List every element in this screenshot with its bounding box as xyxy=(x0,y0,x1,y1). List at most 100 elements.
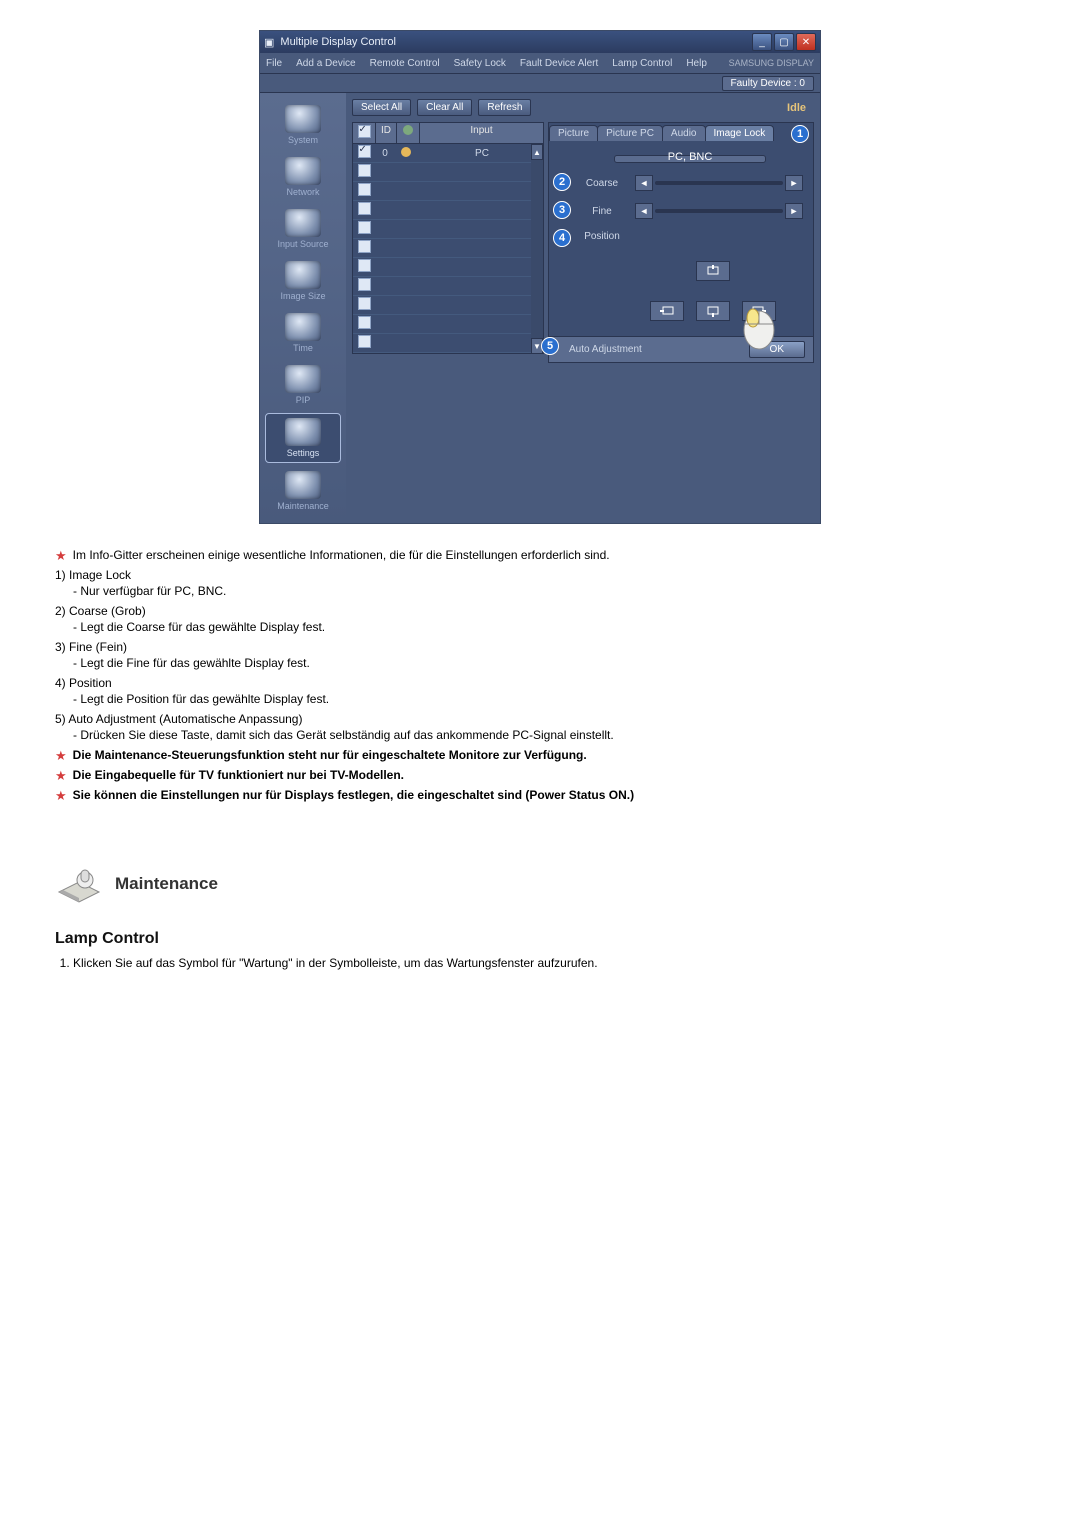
header-input: Input xyxy=(420,123,543,143)
coarse-label: Coarse xyxy=(577,178,627,189)
tab-picture[interactable]: Picture xyxy=(549,125,598,141)
step-1: Klicken Sie auf das Symbol für "Wartung"… xyxy=(73,956,1025,970)
toolbar: Select All Clear All Refresh Idle xyxy=(352,99,814,116)
row-id: 0 xyxy=(375,148,395,159)
tab-image-lock[interactable]: Image Lock xyxy=(705,125,775,141)
sidebar-item-network[interactable]: Network xyxy=(266,153,340,201)
table-row[interactable] xyxy=(353,201,543,220)
row-checkbox[interactable] xyxy=(358,259,371,272)
table-row[interactable]: 0 PC xyxy=(353,144,543,163)
sidebar-item-image-size[interactable]: Image Size xyxy=(266,257,340,305)
sidebar-item-settings[interactable]: Settings xyxy=(265,413,341,463)
input-source-icon xyxy=(285,209,321,237)
select-all-button[interactable]: Select All xyxy=(352,99,411,116)
settings-icon xyxy=(285,418,321,446)
row-checkbox[interactable] xyxy=(358,278,371,291)
table-row[interactable] xyxy=(353,315,543,334)
arrow-right-icon[interactable]: ► xyxy=(785,175,803,191)
note-sub: - Legt die Coarse für das gewählte Displ… xyxy=(73,620,1025,634)
warning-line: ★Die Eingabequelle für TV funktioniert n… xyxy=(55,768,1025,784)
header-status-icon xyxy=(403,125,413,135)
note-item: 1) Image Lock xyxy=(55,568,1025,582)
arrow-left-icon[interactable]: ◄ xyxy=(635,175,653,191)
row-checkbox[interactable] xyxy=(358,164,371,177)
sidebar-label: Settings xyxy=(287,448,320,458)
scrollbar[interactable]: ▲ ▼ xyxy=(531,144,543,354)
row-checkbox[interactable] xyxy=(358,297,371,310)
callout-4: 4 xyxy=(553,229,571,247)
table-row[interactable] xyxy=(353,258,543,277)
callout-3: 3 xyxy=(553,201,571,219)
table-row[interactable] xyxy=(353,277,543,296)
row-checkbox[interactable] xyxy=(358,316,371,329)
header-id: ID xyxy=(376,123,397,143)
menu-file[interactable]: File xyxy=(266,58,282,69)
star-icon: ★ xyxy=(55,748,67,764)
maintenance-heading: Maintenance xyxy=(115,874,218,894)
lamp-control-heading: Lamp Control xyxy=(55,930,1025,948)
sidebar-label: Time xyxy=(293,343,313,353)
source-text: PC, BNC xyxy=(577,151,803,163)
position-down-button[interactable] xyxy=(696,301,730,321)
warning-line: ★Sie können die Einstellungen nur für Di… xyxy=(55,788,1025,804)
scroll-up-icon[interactable]: ▲ xyxy=(531,144,543,160)
sidebar-item-input-source[interactable]: Input Source xyxy=(266,205,340,253)
sidebar-item-maintenance[interactable]: Maintenance xyxy=(266,467,340,515)
row-checkbox[interactable] xyxy=(358,202,371,215)
sidebar-label: PIP xyxy=(296,395,311,405)
sidebar-item-system[interactable]: System xyxy=(266,101,340,149)
brand-label: SAMSUNG DISPLAY xyxy=(729,58,814,68)
network-icon xyxy=(285,157,321,185)
table-row[interactable] xyxy=(353,334,543,353)
row-input: PC xyxy=(417,148,543,159)
note-sub: - Drücken Sie diese Taste, damit sich da… xyxy=(73,728,1025,742)
menu-remote-control[interactable]: Remote Control xyxy=(370,58,440,69)
menu-lamp-control[interactable]: Lamp Control xyxy=(612,58,672,69)
note-sub: - Legt die Position für das gewählte Dis… xyxy=(73,692,1025,706)
sidebar-label: System xyxy=(288,135,318,145)
maximize-button[interactable]: ▢ xyxy=(774,33,794,51)
row-checkbox[interactable] xyxy=(358,145,371,158)
table-row[interactable] xyxy=(353,239,543,258)
menu-help[interactable]: Help xyxy=(686,58,707,69)
table-row[interactable] xyxy=(353,182,543,201)
clear-all-button[interactable]: Clear All xyxy=(417,99,472,116)
position-label: Position xyxy=(577,231,627,242)
row-checkbox[interactable] xyxy=(358,240,371,253)
table-row[interactable] xyxy=(353,163,543,182)
sidebar-item-time[interactable]: Time xyxy=(266,309,340,357)
titlebar: ▣ Multiple Display Control _ ▢ ✕ xyxy=(260,31,820,53)
sidebar-item-pip[interactable]: PIP xyxy=(266,361,340,409)
arrow-right-icon[interactable]: ► xyxy=(785,203,803,219)
table-row[interactable] xyxy=(353,220,543,239)
time-icon xyxy=(285,313,321,341)
arrow-left-icon[interactable]: ◄ xyxy=(635,203,653,219)
sidebar-label: Image Size xyxy=(280,291,325,301)
row-checkbox[interactable] xyxy=(358,183,371,196)
close-button[interactable]: ✕ xyxy=(796,33,816,51)
tab-picture-pc[interactable]: Picture PC xyxy=(597,125,663,141)
warning-text: Die Maintenance-Steuerungsfunktion steht… xyxy=(73,748,587,762)
menu-add-device[interactable]: Add a Device xyxy=(296,58,355,69)
menu-safety-lock[interactable]: Safety Lock xyxy=(454,58,506,69)
app-icon: ▣ xyxy=(264,36,274,49)
callout-1: 1 xyxy=(791,125,809,143)
note-sub: - Nur verfügbar für PC, BNC. xyxy=(73,584,1025,598)
refresh-button[interactable]: Refresh xyxy=(478,99,531,116)
coarse-slider[interactable]: ◄ ► xyxy=(635,175,803,191)
callout-2: 2 xyxy=(553,173,571,191)
tab-audio[interactable]: Audio xyxy=(662,125,706,141)
menubar: File Add a Device Remote Control Safety … xyxy=(260,53,820,74)
menu-fault-alert[interactable]: Fault Device Alert xyxy=(520,58,598,69)
list-header: ID Input xyxy=(353,123,543,144)
maintenance-header: Maintenance xyxy=(55,864,1025,904)
minimize-button[interactable]: _ xyxy=(752,33,772,51)
fine-slider[interactable]: ◄ ► xyxy=(635,203,803,219)
row-checkbox[interactable] xyxy=(358,221,371,234)
header-checkbox-icon[interactable] xyxy=(358,125,371,138)
row-checkbox[interactable] xyxy=(358,335,371,348)
position-up-button[interactable] xyxy=(696,261,730,281)
maintenance-icon xyxy=(55,864,103,904)
table-row[interactable] xyxy=(353,296,543,315)
position-left-button[interactable] xyxy=(650,301,684,321)
